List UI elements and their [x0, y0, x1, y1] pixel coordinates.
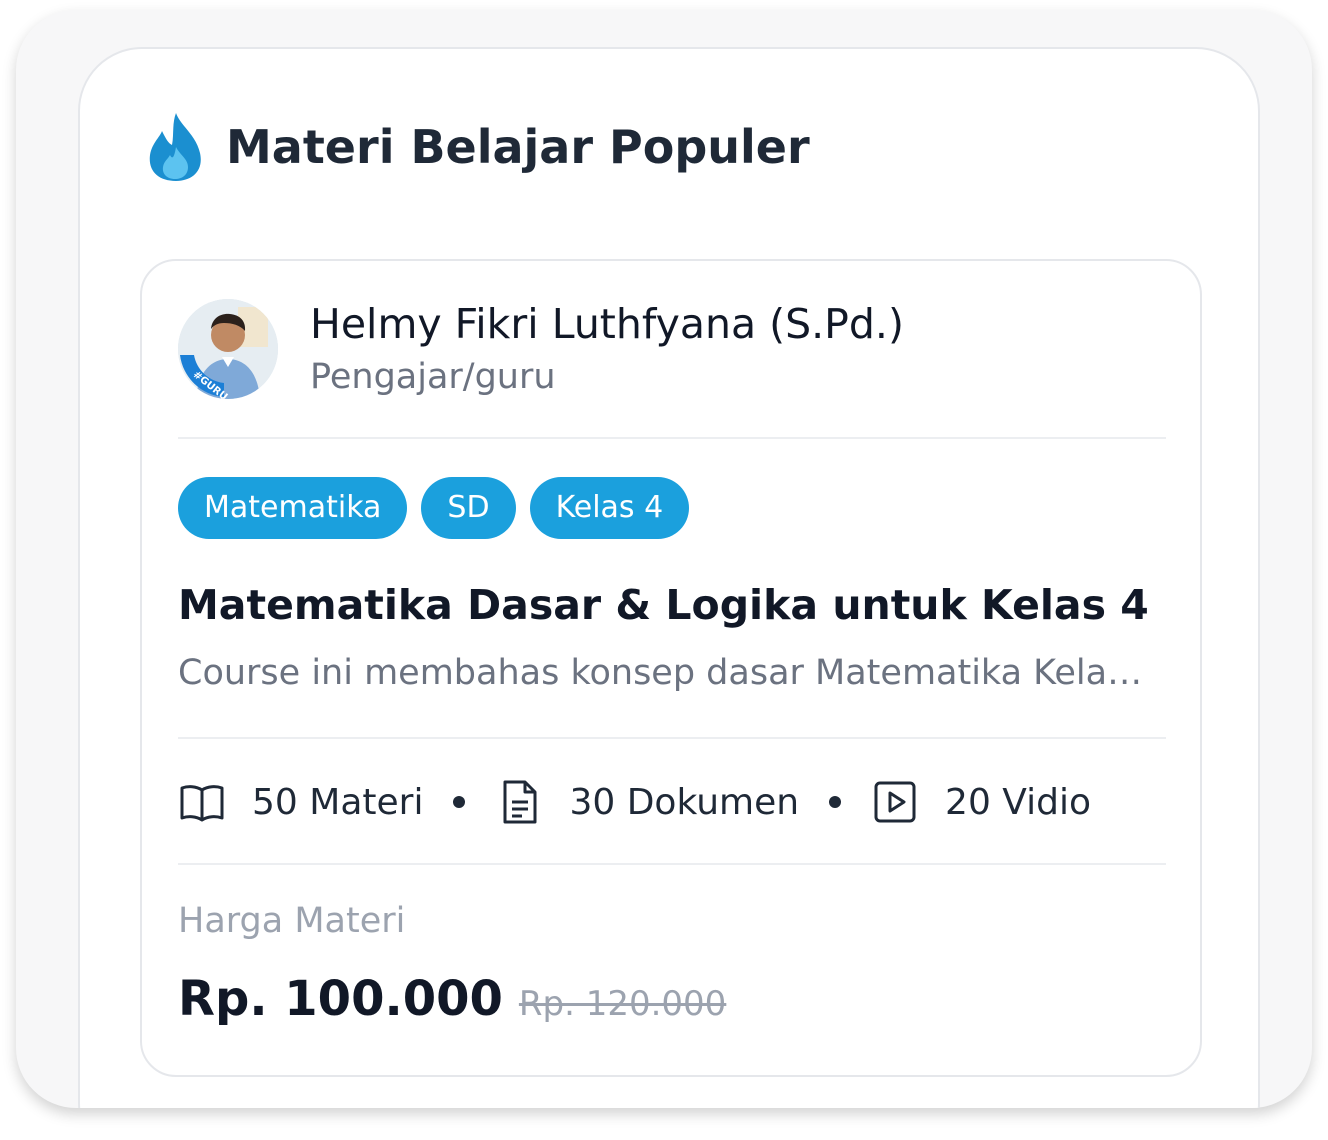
stat-documents: 30 Dokumen: [569, 781, 800, 823]
course-title[interactable]: Matematika Dasar & Logika untuk Kelas 4: [178, 581, 1149, 629]
fire-icon: [149, 113, 201, 181]
screen-frame: Materi Belajar Populer #GURU Helmy Fikri…: [16, 10, 1312, 1108]
separator-dot: [453, 796, 466, 808]
tag-grade[interactable]: Kelas 4: [529, 477, 690, 539]
book-icon: [180, 785, 224, 822]
author-role: Pengajar/guru: [310, 357, 556, 397]
separator-dot: [829, 796, 842, 808]
tag-list: Matematika SD Kelas 4: [178, 477, 690, 539]
stat-videos: 20 Vidio: [945, 781, 1092, 823]
document-icon: [503, 780, 537, 824]
stat-materials: 50 Materi: [252, 781, 424, 823]
course-stats: 50 Materi 30 Dokumen 20 Vidio: [178, 777, 1091, 827]
author-avatar: #GURU: [178, 299, 278, 399]
avatar-photo: #GURU: [178, 299, 278, 399]
divider-description: [178, 737, 1166, 739]
author-name: Helmy Fikri Luthfyana (S.Pd.): [310, 300, 904, 348]
price-row: Rp. 100.000 Rp. 120.000: [178, 971, 726, 1027]
video-icon: [874, 781, 916, 823]
price-original: Rp. 120.000: [518, 984, 727, 1024]
section-header: Materi Belajar Populer: [146, 111, 810, 183]
author-info: Helmy Fikri Luthfyana (S.Pd.) Pengajar/g…: [310, 299, 904, 399]
popular-materials-panel: Materi Belajar Populer #GURU Helmy Fikri…: [78, 47, 1260, 1108]
tag-subject[interactable]: Matematika: [178, 477, 408, 539]
price-current: Rp. 100.000: [178, 971, 503, 1027]
price-label: Harga Materi: [178, 901, 406, 941]
section-title: Materi Belajar Populer: [226, 120, 810, 174]
author-row: #GURU Helmy Fikri Luthfyana (S.Pd.) Peng…: [178, 299, 904, 399]
divider-stats: [178, 863, 1166, 865]
tag-level[interactable]: SD: [421, 477, 516, 539]
course-description: Course ini membahas konsep dasar Matemat…: [178, 653, 1158, 693]
course-card[interactable]: #GURU Helmy Fikri Luthfyana (S.Pd.) Peng…: [140, 259, 1202, 1077]
divider-author: [178, 437, 1166, 439]
